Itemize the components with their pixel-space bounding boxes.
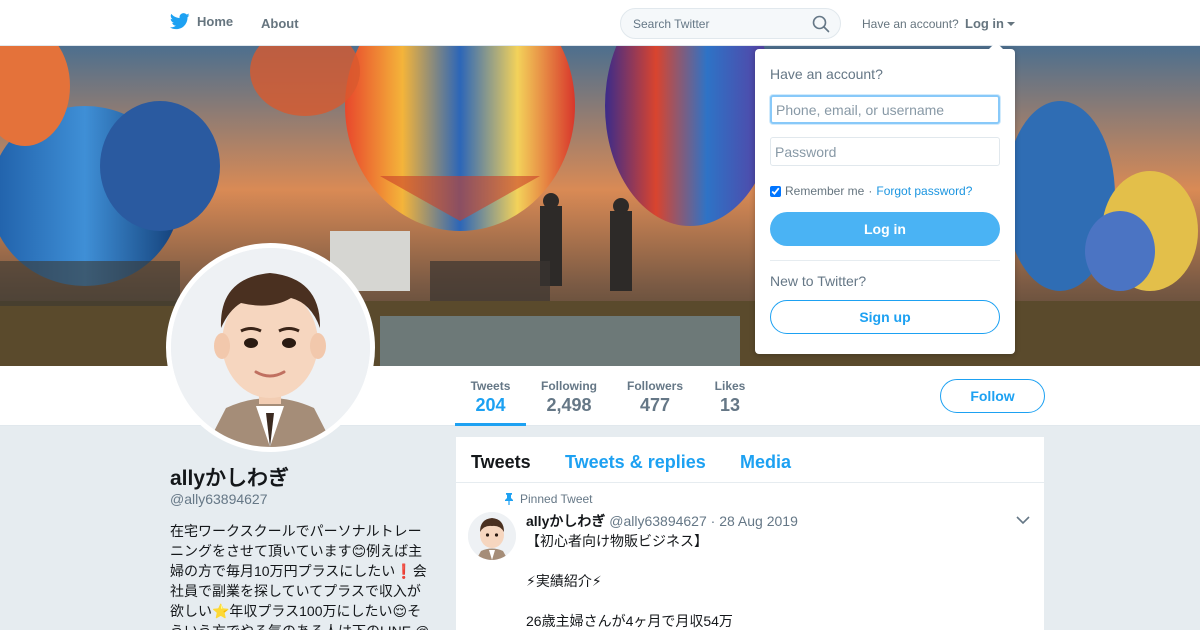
login-toggle-label: Log in: [965, 16, 1004, 31]
remember-separator: ·: [868, 184, 873, 198]
stat-value: 477: [639, 395, 671, 415]
tweet-avatar[interactable]: [468, 512, 516, 560]
search-icon[interactable]: [812, 15, 830, 33]
dropdown-arrow: [988, 42, 1004, 50]
signup-button[interactable]: Sign up: [770, 300, 1000, 334]
tweet-author-name[interactable]: allyかしわぎ: [526, 513, 605, 529]
stat-value: 204: [475, 395, 506, 415]
login-submit-button[interactable]: Log in: [770, 212, 1000, 246]
caret-down-icon: [1007, 21, 1015, 26]
profile-name[interactable]: allyかしわぎ: [170, 462, 289, 492]
remember-me-label[interactable]: Remember me: [785, 184, 864, 198]
tweet-separator: ·: [710, 513, 716, 529]
tweet-author-handle[interactable]: @ally63894627: [609, 513, 707, 529]
login-dropdown-toggle[interactable]: Log in: [965, 16, 1015, 31]
password-field[interactable]: [770, 137, 1000, 166]
timeline-tabs: Tweets Tweets & replies Media: [456, 437, 1044, 483]
profile-handle[interactable]: @ally63894627: [170, 491, 268, 507]
search-input[interactable]: [621, 9, 801, 38]
tweet-text: 【初心者向け物販ビジネス】 ⚡実績紹介⚡ 26歳主婦さんが4ヶ月で月収54万: [526, 533, 733, 629]
nav-home-label: Home: [197, 14, 234, 29]
avatar[interactable]: [166, 243, 375, 452]
remember-me-checkbox[interactable]: [770, 185, 781, 197]
stat-followers[interactable]: Followers 477: [620, 366, 690, 426]
nav-home-link[interactable]: Home: [170, 13, 233, 30]
remember-me-row: Remember me · Forgot password?: [770, 184, 972, 198]
forgot-password-link[interactable]: Forgot password?: [876, 184, 972, 198]
search-box: [620, 8, 841, 39]
profile-bio: 在宅ワークスクールでパーソナルトレーニングをさせて頂いています😊例えば主婦の方で…: [170, 523, 429, 630]
top-nav: Home About Have an account? Log in: [0, 0, 1200, 46]
stat-following[interactable]: Following 2,498: [534, 366, 604, 426]
tab-media[interactable]: Media: [740, 452, 791, 473]
tab-tweets[interactable]: Tweets: [471, 452, 531, 473]
chevron-down-icon[interactable]: [1016, 515, 1030, 525]
login-dropdown-title: Have an account?: [770, 66, 883, 82]
new-to-twitter-text: New to Twitter?: [770, 273, 867, 289]
twitter-bird-icon: [170, 13, 190, 30]
tweet-avatar-image: [468, 512, 516, 560]
have-account-text: Have an account?: [862, 17, 959, 31]
stat-label: Tweets: [470, 379, 511, 393]
stat-label: Following: [541, 379, 597, 393]
avatar-image: [171, 248, 370, 447]
pin-icon: [505, 493, 513, 505]
login-dropdown: Have an account? Remember me · Forgot pa…: [755, 42, 1015, 354]
divider: [770, 260, 1000, 261]
stat-value: 13: [719, 395, 741, 415]
stat-label: Likes: [714, 379, 746, 393]
nav-about-link[interactable]: About: [261, 16, 299, 31]
follow-button[interactable]: Follow: [940, 379, 1045, 413]
username-field[interactable]: [770, 95, 1000, 124]
stat-likes[interactable]: Likes 13: [706, 366, 754, 426]
tweet-header: allyかしわぎ @ally63894627 · 28 Aug 2019: [526, 511, 798, 531]
tweet-date[interactable]: 28 Aug 2019: [719, 513, 798, 529]
pinned-label: Pinned Tweet: [504, 492, 593, 506]
tab-tweets-and-replies[interactable]: Tweets & replies: [565, 452, 706, 473]
stat-label: Followers: [626, 379, 683, 393]
pinned-text: Pinned Tweet: [520, 492, 593, 506]
timeline: Tweets Tweets & replies Media Pinned Twe…: [456, 437, 1044, 630]
stat-tweets[interactable]: Tweets 204: [455, 366, 526, 426]
stat-value: 2,498: [546, 395, 592, 415]
